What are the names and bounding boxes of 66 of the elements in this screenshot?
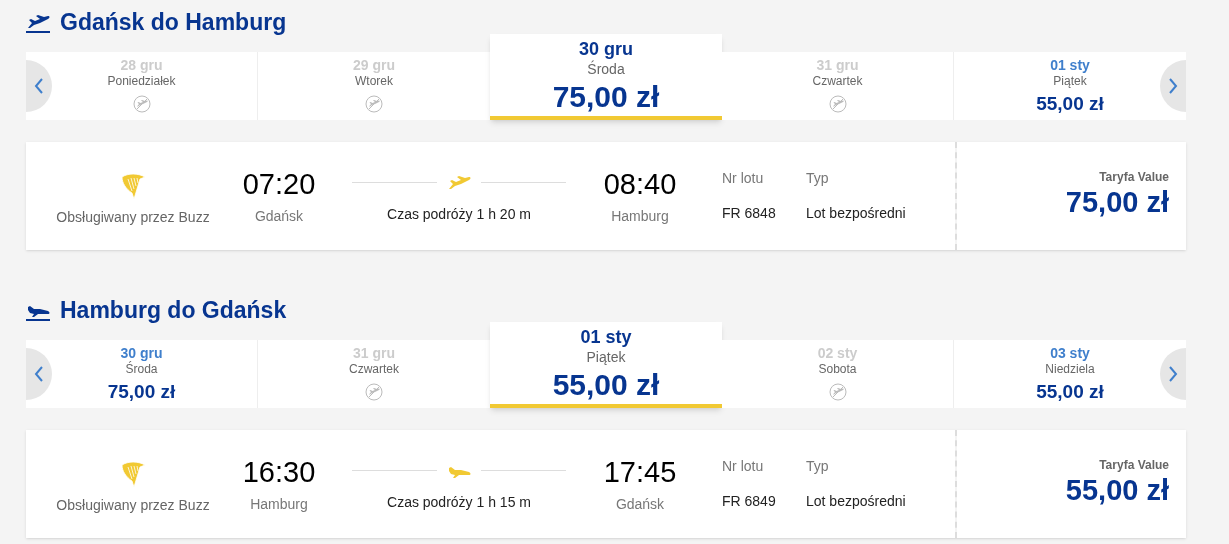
flight-number: FR 6849 [722, 492, 777, 511]
departure-city: Gdańsk [254, 206, 304, 226]
duration-label: Czas podróży 1 h 20 m [387, 204, 531, 224]
fare-price: 75,00 zł [1065, 186, 1169, 218]
weekday-label: Wtorek [355, 73, 393, 89]
weekday-label: Środa [125, 361, 158, 377]
weekday-label: Sobota [818, 361, 857, 377]
no-flight-icon [365, 383, 383, 401]
flight-card[interactable]: Obsługiwany przez Buzz 07:20 Gdańsk Czas podróży 1 h 20 m 08:40 Hamburg Nr lotu FR 6848 Typ Lot bezpośredni [26, 142, 955, 250]
date-tab[interactable]: 30 gru Środa 75,00 zł [26, 340, 258, 408]
no-flight-icon [365, 95, 383, 113]
chevron-right-icon [1168, 365, 1178, 383]
weekday-label: Czwartek [812, 73, 863, 89]
date-label: 03 sty [1050, 345, 1090, 361]
fare-price: 55,00 zł [1065, 474, 1169, 506]
price-label: 75,00 zł [552, 80, 660, 114]
price-label: 75,00 zł [107, 380, 176, 404]
weekday-label: Poniedziałek [107, 73, 176, 89]
weekday-label: Piątek [586, 348, 626, 366]
operator-label: Obsługiwany przez Buzz [56, 207, 210, 227]
departure-time: 16:30 [242, 454, 316, 490]
chevron-left-icon [34, 77, 44, 95]
harp-logo-icon [120, 460, 146, 489]
fare-panel[interactable]: Taryfa Value 75,00 zł [957, 142, 1186, 250]
flight-type: Lot bezpośredni [806, 492, 906, 511]
date-label: 30 gru [579, 38, 633, 60]
price-label: 55,00 zł [552, 368, 660, 402]
type-label: Typ [806, 457, 830, 476]
arrival-city: Hamburg [611, 206, 669, 226]
weekday-label: Piątek [1053, 73, 1087, 89]
section-title: Hamburg do Gdańsk [60, 295, 287, 325]
price-label: 55,00 zł [1036, 380, 1104, 404]
fare-panel[interactable]: Taryfa Value 55,00 zł [957, 430, 1186, 538]
flight-number-label: Nr lotu [722, 457, 765, 476]
date-label: 01 sty [1050, 57, 1090, 73]
no-flight-icon [132, 95, 151, 113]
flight-type: Lot bezpośredni [806, 204, 906, 223]
weekday-label: Środa [587, 60, 625, 78]
arrival-time: 08:40 [603, 166, 677, 202]
weekday-label: Niedziela [1045, 361, 1095, 377]
no-flight-icon [828, 383, 847, 401]
type-label: Typ [806, 169, 830, 188]
fare-label: Taryfa Value [1099, 169, 1169, 186]
date-tab[interactable]: 01 sty Piątek 55,00 zł [954, 52, 1186, 120]
chevron-left-icon [34, 365, 44, 383]
fare-label: Taryfa Value [1099, 457, 1169, 474]
section-title: Gdańsk do Hamburg [60, 7, 287, 37]
departure-time: 07:20 [242, 166, 316, 202]
weekday-label: Czwartek [349, 361, 399, 377]
date-tab[interactable]: 30 gru Środa 75,00 zł [490, 34, 722, 120]
chevron-right-icon [1168, 77, 1178, 95]
harp-logo-icon [120, 172, 146, 201]
flight-number-label: Nr lotu [722, 169, 765, 188]
operator-label: Obsługiwany przez Buzz [56, 495, 210, 515]
date-tab[interactable]: 03 sty Niedziela 55,00 zł [954, 340, 1186, 408]
date-label: 01 sty [580, 326, 632, 348]
date-label: 30 gru [120, 345, 163, 361]
flight-card[interactable]: Obsługiwany przez Buzz 16:30 Hamburg Czas podróży 1 h 15 m 17:45 Gdańsk Nr lotu FR 6849 Typ Lot bezpośredni [26, 430, 955, 538]
arrival-city: Gdańsk [615, 494, 665, 514]
departure-city: Hamburg [250, 494, 308, 514]
arrival-time: 17:45 [603, 454, 677, 490]
date-tab[interactable]: 01 sty Piątek 55,00 zł [490, 322, 722, 408]
no-flight-icon [828, 95, 847, 113]
duration-label: Czas podróży 1 h 15 m [387, 492, 531, 512]
price-label: 55,00 zł [1036, 92, 1104, 116]
flight-number: FR 6848 [722, 204, 777, 223]
